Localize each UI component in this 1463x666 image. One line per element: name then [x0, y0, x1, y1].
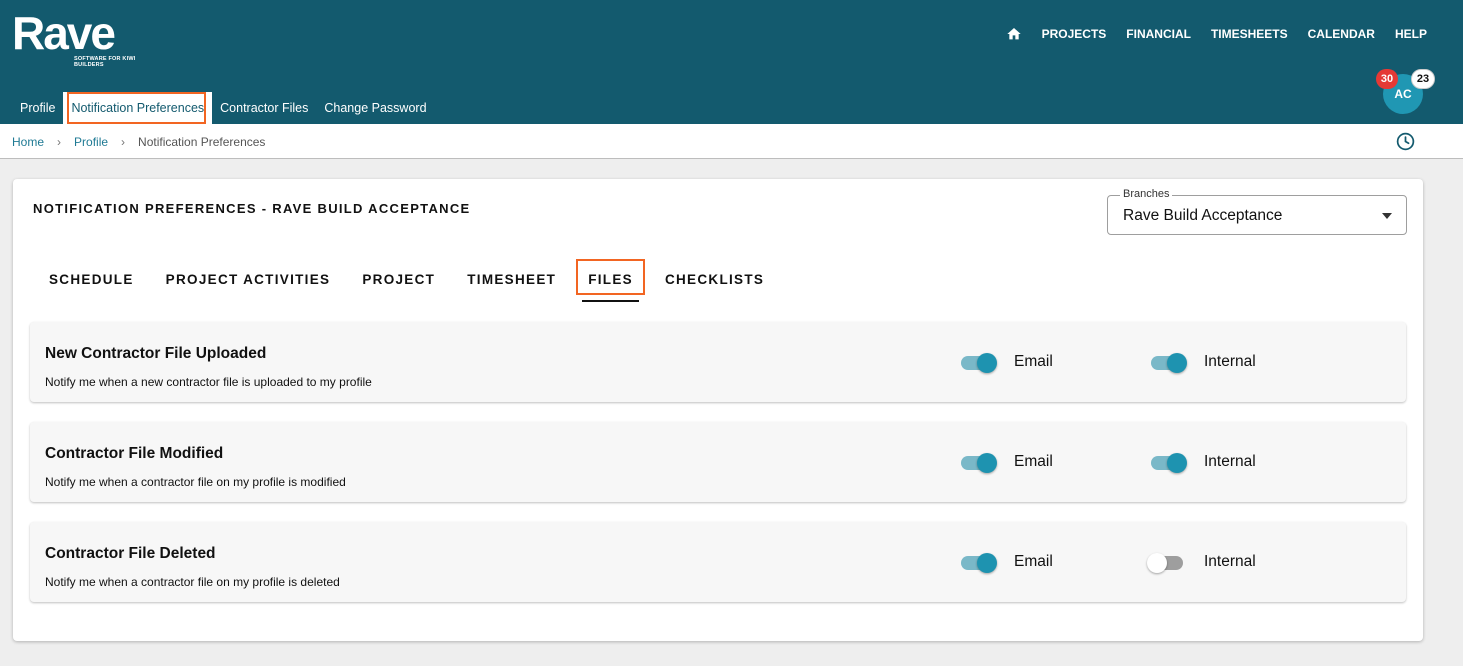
breadcrumb-bar: Home › Profile › Notification Preference… — [0, 124, 1463, 159]
chevron-right-icon: › — [57, 135, 62, 149]
preference-tabs: SCHEDULE PROJECT ACTIVITIES PROJECT TIME… — [33, 259, 780, 303]
notification-count-badge[interactable]: 23 — [1411, 69, 1435, 89]
tab-checklists[interactable]: CHECKLISTS — [649, 259, 780, 299]
nav-calendar[interactable]: CALENDAR — [1308, 27, 1375, 41]
breadcrumb: Home › Profile › Notification Preference… — [12, 135, 265, 149]
tab-project[interactable]: PROJECT — [346, 259, 451, 299]
logo-tagline: SOFTWARE FOR KIWI BUILDERS — [74, 56, 136, 68]
breadcrumb-home[interactable]: Home — [12, 135, 44, 149]
subtab-notification-preferences[interactable]: Notification Preferences — [63, 92, 213, 124]
tab-files[interactable]: FILES — [572, 259, 649, 302]
tab-project-activities[interactable]: PROJECT ACTIVITIES — [150, 259, 347, 299]
highlight-outline — [576, 259, 645, 295]
highlight-outline — [67, 92, 207, 124]
home-icon[interactable] — [1006, 26, 1022, 42]
toggle-thumb — [977, 553, 997, 573]
preference-description: Notify me when a contractor file on my p… — [45, 475, 346, 489]
alert-count-badge[interactable]: 30 — [1376, 69, 1398, 89]
branches-label: Branches — [1120, 188, 1173, 200]
preference-row-file-deleted: Contractor File Deleted Notify me when a… — [30, 522, 1406, 602]
nav-help[interactable]: HELP — [1395, 27, 1427, 41]
internal-toggle[interactable] — [1149, 453, 1189, 473]
preference-title: Contractor File Modified — [45, 445, 224, 462]
preference-list: New Contractor File Uploaded Notify me w… — [30, 322, 1406, 622]
toggle-thumb — [977, 353, 997, 373]
toggle-thumb — [1167, 353, 1187, 373]
chevron-right-icon: › — [121, 135, 126, 149]
tab-schedule[interactable]: SCHEDULE — [33, 259, 150, 299]
email-toggle[interactable] — [959, 353, 999, 373]
email-toggle[interactable] — [959, 553, 999, 573]
logo-wordmark: Rave — [12, 7, 116, 59]
email-label: Email — [1014, 453, 1053, 470]
preference-description: Notify me when a new contractor file is … — [45, 375, 372, 389]
top-nav: PROJECTS FINANCIAL TIMESHEETS CALENDAR H… — [1006, 26, 1427, 42]
email-label: Email — [1014, 553, 1053, 570]
toggle-thumb — [1167, 453, 1187, 473]
email-toggle[interactable] — [959, 453, 999, 473]
breadcrumb-profile[interactable]: Profile — [74, 135, 108, 149]
profile-subtabs: Profile Notification Preferences Contrac… — [12, 92, 435, 124]
nav-timesheets[interactable]: TIMESHEETS — [1211, 27, 1288, 41]
caret-down-icon — [1382, 213, 1392, 219]
internal-label: Internal — [1204, 553, 1256, 570]
internal-toggle[interactable] — [1149, 353, 1189, 373]
branches-select[interactable]: Branches Rave Build Acceptance — [1107, 188, 1407, 235]
subtab-profile[interactable]: Profile — [12, 92, 63, 124]
preference-description: Notify me when a contractor file on my p… — [45, 575, 340, 589]
nav-projects[interactable]: PROJECTS — [1042, 27, 1107, 41]
subtab-change-password[interactable]: Change Password — [316, 92, 434, 124]
nav-financial[interactable]: FINANCIAL — [1126, 27, 1191, 41]
toggle-thumb — [977, 453, 997, 473]
preference-title: New Contractor File Uploaded — [45, 345, 267, 362]
notification-preferences-card: NOTIFICATION PREFERENCES - RAVE BUILD AC… — [13, 179, 1423, 641]
preference-row-new-file: New Contractor File Uploaded Notify me w… — [30, 322, 1406, 402]
top-header: Rave SOFTWARE FOR KIWI BUILDERS PROJECTS… — [0, 0, 1463, 124]
page-title: NOTIFICATION PREFERENCES - RAVE BUILD AC… — [33, 201, 471, 216]
breadcrumb-current: Notification Preferences — [138, 135, 266, 149]
toggle-thumb — [1147, 553, 1167, 573]
email-label: Email — [1014, 353, 1053, 370]
subtab-contractor-files[interactable]: Contractor Files — [212, 92, 316, 124]
tab-timesheet[interactable]: TIMESHEET — [451, 259, 572, 299]
preference-row-file-modified: Contractor File Modified Notify me when … — [30, 422, 1406, 502]
preference-title: Contractor File Deleted — [45, 545, 216, 562]
internal-toggle[interactable] — [1147, 553, 1187, 573]
internal-label: Internal — [1204, 453, 1256, 470]
internal-label: Internal — [1204, 353, 1256, 370]
branches-value: Rave Build Acceptance — [1123, 207, 1283, 224]
rave-logo[interactable]: Rave SOFTWARE FOR KIWI BUILDERS — [12, 8, 137, 72]
